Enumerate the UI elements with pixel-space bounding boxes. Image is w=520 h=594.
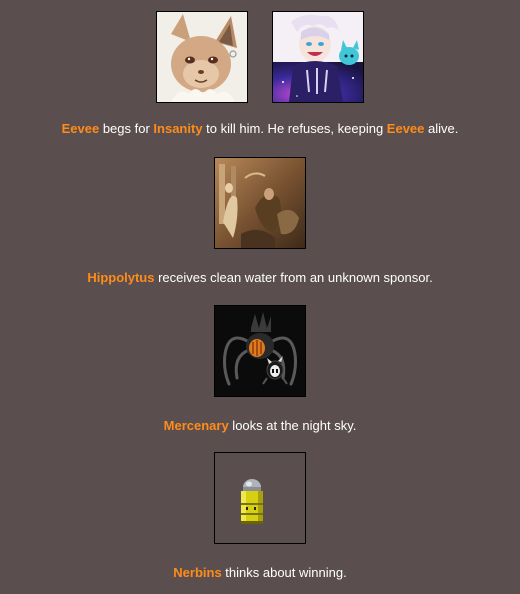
event-3-avatars bbox=[0, 305, 520, 397]
event-4-caption: Nerbins thinks about winning. bbox=[0, 565, 520, 581]
event-1-caption: Eevee begs for Insanity to kill him. He … bbox=[0, 121, 520, 137]
tribute-name: Nerbins bbox=[173, 565, 222, 580]
event-text: thinks about winning. bbox=[221, 565, 347, 580]
event-text: to kill him. He refuses, keeping bbox=[202, 121, 387, 136]
event-3: Mercenary looks at the night sky. bbox=[0, 305, 520, 434]
event-2-caption: Hippolytus receives clean water from an … bbox=[0, 270, 520, 286]
event-text: alive. bbox=[424, 121, 459, 136]
hippolytus-portrait-icon bbox=[214, 157, 306, 249]
event-1: Eevee begs for Insanity to kill him. He … bbox=[0, 11, 520, 137]
tribute-name: Hippolytus bbox=[87, 270, 155, 285]
tribute-name: Eevee bbox=[386, 121, 425, 136]
event-2-avatars bbox=[0, 157, 520, 249]
mercenary-portrait-icon bbox=[214, 305, 306, 397]
event-3-caption: Mercenary looks at the night sky. bbox=[0, 418, 520, 434]
eevee-portrait-icon bbox=[156, 11, 248, 103]
tribute-name: Insanity bbox=[153, 121, 203, 136]
event-text: receives clean water from an unknown spo… bbox=[154, 270, 433, 285]
event-text: begs for bbox=[99, 121, 154, 136]
event-1-avatars bbox=[0, 11, 520, 103]
tribute-name: Eevee bbox=[61, 121, 100, 136]
event-2: Hippolytus receives clean water from an … bbox=[0, 157, 520, 286]
insanity-portrait-icon bbox=[272, 11, 364, 103]
nerbins-portrait-icon bbox=[214, 452, 306, 544]
event-text: looks at the night sky. bbox=[228, 418, 357, 433]
tribute-name: Mercenary bbox=[163, 418, 229, 433]
event-4: Nerbins thinks about winning. bbox=[0, 452, 520, 581]
event-4-avatars bbox=[0, 452, 520, 544]
